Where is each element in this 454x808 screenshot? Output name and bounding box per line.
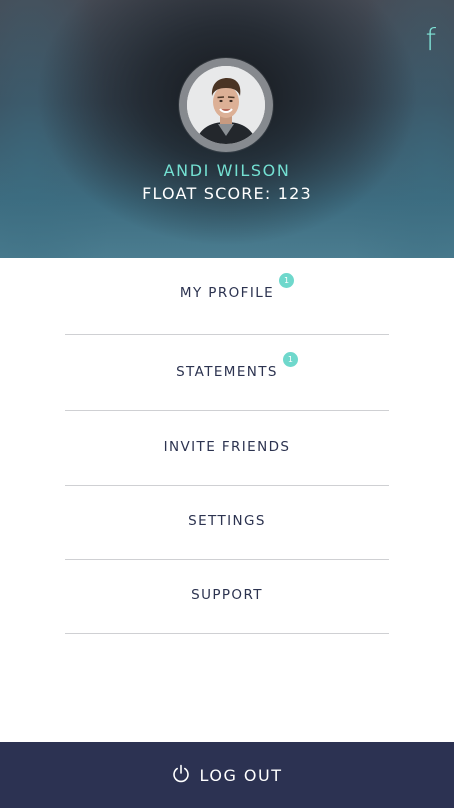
logout-button[interactable]: LOG OUT — [0, 742, 454, 808]
side-menu-screen: f ANDI WILSON FLOAT SCORE: 123 MY PROFIL… — [0, 0, 454, 808]
avatar[interactable] — [187, 66, 265, 144]
avatar-ring — [179, 58, 273, 152]
menu-item-settings[interactable]: SETTINGS — [65, 513, 389, 529]
user-name: ANDI WILSON — [163, 161, 291, 180]
notification-badge: 1 — [279, 273, 295, 288]
menu-item-label: SETTINGS — [188, 513, 266, 529]
menu-item-statements[interactable]: STATEMENTS 1 — [65, 352, 389, 380]
menu-item-my-profile[interactable]: MY PROFILE 1 — [65, 273, 389, 301]
divider — [65, 559, 389, 560]
power-icon — [172, 764, 190, 788]
menu-item-label: INVITE FRIENDS — [163, 439, 291, 455]
menu-item-label-wrap: MY PROFILE 1 — [179, 273, 295, 301]
menu-item-label-wrap: STATEMENTS 1 — [176, 352, 298, 380]
divider — [65, 485, 389, 486]
float-score: FLOAT SCORE: 123 — [142, 184, 312, 203]
facebook-icon[interactable]: f — [425, 26, 436, 56]
notification-badge: 1 — [282, 352, 298, 367]
profile-header: f ANDI WILSON FLOAT SCORE: 123 — [0, 0, 454, 258]
menu-item-label: MY PROFILE — [179, 285, 275, 301]
menu-item-label: STATEMENTS — [176, 364, 278, 380]
divider — [65, 334, 389, 335]
menu-item-support[interactable]: SUPPORT — [65, 587, 389, 603]
divider — [65, 410, 389, 411]
avatar-photo — [187, 66, 265, 144]
menu-item-label: SUPPORT — [191, 587, 263, 603]
menu-item-invite-friends[interactable]: INVITE FRIENDS — [65, 439, 389, 455]
logout-inner: LOG OUT — [0, 742, 454, 808]
logout-label: LOG OUT — [199, 765, 283, 785]
divider — [65, 633, 389, 634]
